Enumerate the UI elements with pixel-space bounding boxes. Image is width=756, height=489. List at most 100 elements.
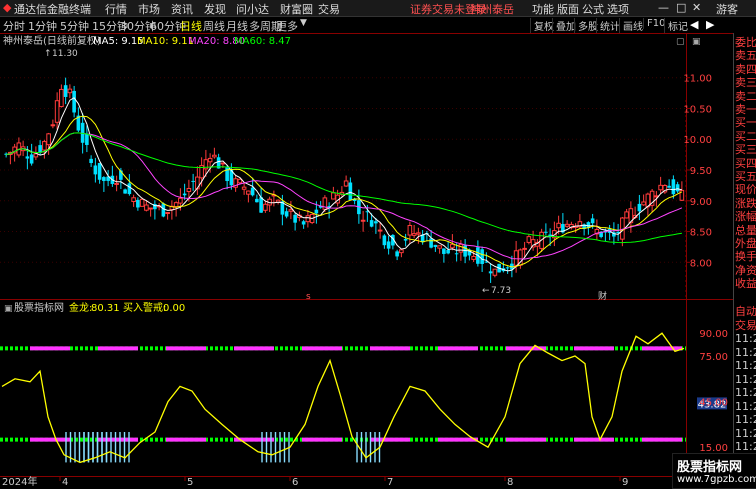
indicator-tick-label: 45.00 (699, 398, 728, 409)
candle-body-down (250, 187, 255, 196)
event-marker-cai[interactable]: 财 (598, 290, 607, 302)
candle-body-up (220, 162, 226, 165)
trade-row-label: 11:29 (735, 372, 756, 386)
trade-row-label: 11:29 (735, 332, 756, 345)
candle-body-down (97, 162, 102, 180)
candle-body-up (207, 157, 213, 163)
quote-row-label: 买二 (735, 129, 756, 143)
candle-body-up (50, 124, 56, 127)
candle-body-down (374, 221, 378, 224)
candle-body-down (123, 189, 127, 194)
ma10-label: MA10: 9.11 (137, 36, 194, 47)
quote-row-label: 涨跌 (735, 196, 756, 210)
trade-row-label: 11:29 (735, 413, 756, 426)
candle-body-down (446, 249, 450, 254)
x-axis-label: 9 (622, 477, 628, 487)
axis-labels: 11.0010.5010.009.509.008.508.0090.0075.0… (2, 74, 728, 487)
ma60-label: MA60: 8.47 (234, 36, 291, 47)
candle-body-up (131, 197, 136, 203)
candle-body-down (386, 241, 391, 249)
price-tick-label: 10.50 (683, 104, 712, 115)
candle-body-down (38, 145, 42, 153)
candle-body-down (314, 209, 319, 214)
quote-row-label: 总量 (735, 223, 756, 237)
indicator-title[interactable]: 股票指标网 (14, 301, 64, 314)
panel-expand-icon[interactable]: ▣ (692, 37, 701, 47)
candle-body-down (293, 214, 297, 223)
panel-collapse-icon[interactable]: ▢ (676, 37, 685, 47)
watermark-title: 股票指标网 (677, 460, 743, 475)
event-marker-s[interactable]: s (306, 292, 311, 302)
candle-body-down (544, 231, 548, 233)
candle-body-up (186, 187, 192, 192)
candle-body-up (522, 247, 527, 250)
candle-body-up (42, 141, 47, 151)
high-arrow-icon: ↑ (44, 49, 52, 59)
candle-body-down (667, 185, 671, 188)
kline-chart-area[interactable]: 43.82 11.0010.5010.009.509.008.508.0090.… (0, 0, 733, 487)
candle-body-down (369, 220, 374, 227)
quote-row-label: 净资 (735, 263, 756, 277)
quote-row-label: 换手 (735, 250, 756, 264)
candle-body-up (178, 197, 183, 204)
candle-body-down (637, 203, 642, 212)
signal-value: 0.00 (163, 303, 185, 314)
candle-body-down (429, 238, 433, 248)
candle-body-up (556, 222, 561, 229)
low-arrow-icon: ← (482, 286, 490, 296)
quote-row-label: 外盘 (735, 237, 756, 250)
x-axis-label: 7 (387, 477, 393, 487)
candle-body-up (450, 243, 455, 249)
candle-body-up (212, 154, 217, 158)
watermark: 股票指标网 www.7gpzb.com (672, 453, 756, 489)
quote-row-label: 卖一 (735, 103, 756, 116)
candle-body-up (399, 249, 404, 254)
quote-panel: 委比 卖五 卖四 卖三 卖二 卖一 买一 买二 买三 买四 买五 现价 涨跌 涨幅 总量 外盘 换手 净资 收益 自动… (733, 33, 756, 487)
quote-row-label: 买一 (735, 116, 756, 130)
candle-body-up (416, 232, 421, 235)
candle-body-down (442, 248, 446, 254)
candle-body-up (144, 204, 149, 211)
quote-row-label: 买三 (735, 143, 756, 157)
candle-body-up (564, 223, 570, 227)
x-axis-label: 4 (62, 477, 68, 487)
candle-body-down (454, 253, 459, 255)
candle-body-up (658, 184, 663, 191)
quote-row-label: 涨幅 (735, 210, 756, 224)
candle-body-up (492, 268, 498, 276)
price-tick-label: 11.00 (683, 74, 712, 85)
indicator-value: 80.31 (91, 303, 120, 314)
candle-body-up (411, 233, 417, 236)
candle-body-up (343, 180, 349, 187)
candle-body-up (526, 236, 532, 243)
quote-row-label: 卖五 (735, 49, 756, 63)
jinlong-line (1, 332, 685, 464)
candle-body-up (67, 88, 73, 94)
indicator-panel: 43.82 (0, 332, 727, 464)
candle-body-down (675, 184, 680, 192)
x-axis-label: 6 (292, 477, 298, 487)
indicator-menu-icon[interactable]: ▣ (4, 304, 13, 314)
candle-body-down (102, 177, 106, 181)
candle-body-up (173, 202, 179, 208)
candle-body-down (182, 193, 187, 196)
candle-body-down (85, 133, 89, 145)
quote-row-label: 现价 (735, 183, 756, 197)
candle-body-up (471, 255, 476, 260)
candle-body-down (127, 183, 132, 195)
candle-body-down (191, 180, 195, 182)
candle-body-down (93, 165, 98, 175)
indicator-tick-label: 90.00 (699, 329, 728, 340)
candle-body-up (246, 190, 251, 195)
candle-body-down (259, 197, 263, 213)
trade-row-label: 11:29 (735, 345, 756, 359)
candle-body-up (59, 88, 64, 108)
quote-row-label: 收益 (735, 277, 756, 291)
candle-body-down (25, 156, 30, 159)
candle-body-up (54, 100, 60, 123)
watermark-url: www.7gpzb.com (677, 474, 756, 485)
indicator-name: 金龙: (69, 301, 92, 314)
candle-body-down (29, 154, 34, 164)
price-tick-label: 9.50 (690, 166, 712, 177)
candle-body-up (139, 198, 145, 207)
